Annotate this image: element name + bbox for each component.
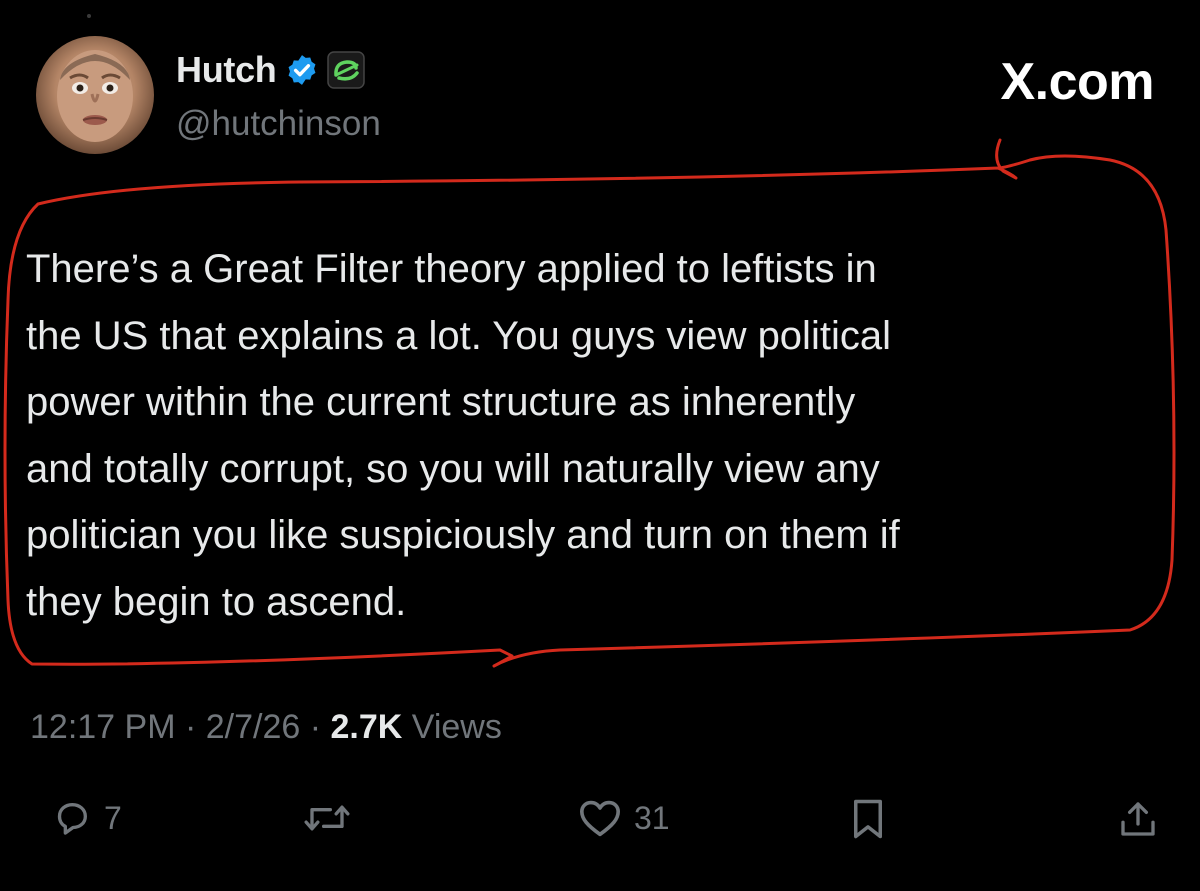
- views-count: 2.7K: [330, 708, 403, 746]
- reply-icon: [57, 803, 88, 835]
- heart-icon: [579, 800, 620, 837]
- tweet-time[interactable]: 12:17 PM: [30, 708, 176, 746]
- views-label: Views: [411, 708, 502, 746]
- reply-button[interactable]: 7: [52, 798, 122, 838]
- like-button[interactable]: 31: [578, 798, 670, 838]
- avatar-face-illustration: [57, 50, 133, 142]
- bookmark-icon: [854, 799, 882, 839]
- tweet-date[interactable]: 2/7/26: [206, 708, 301, 746]
- repost-icon: [304, 805, 350, 831]
- repost-button[interactable]: [302, 798, 364, 838]
- tweet-metadata: 12:17 PM · 2/7/26 · 2.7K Views: [30, 708, 502, 747]
- meta-separator: ·: [300, 708, 331, 746]
- tweet-text: There’s a Great Filter theory applied to…: [26, 247, 900, 624]
- share-icon: [1121, 802, 1155, 836]
- x-com-watermark: X.com: [1000, 53, 1154, 111]
- author-handle[interactable]: @hutchinson: [176, 104, 381, 144]
- optic-gaming-logo-icon[interactable]: [326, 51, 365, 89]
- avatar[interactable]: [36, 36, 154, 154]
- author-display-name[interactable]: Hutch: [176, 49, 277, 91]
- decorative-dot: [87, 14, 91, 18]
- bookmark-button[interactable]: [850, 798, 886, 840]
- share-button[interactable]: [1118, 798, 1158, 840]
- meta-separator: ·: [175, 708, 206, 746]
- verified-badge-icon[interactable]: [285, 53, 319, 87]
- reply-count: 7: [104, 799, 122, 836]
- author-name-row[interactable]: Hutch: [176, 48, 365, 92]
- like-count: 31: [634, 799, 670, 836]
